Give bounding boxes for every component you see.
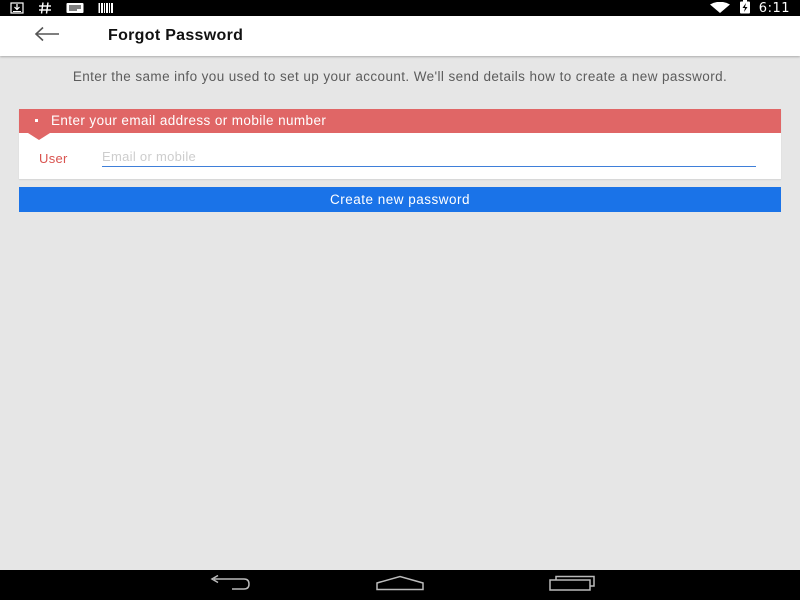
barcode-icon [98,0,114,18]
status-right-icons: 6:11 [709,0,790,16]
navigation-bar [0,570,800,600]
page-title: Forgot Password [108,27,244,44]
status-time: 6:11 [758,0,790,16]
nav-home-button[interactable] [375,575,425,595]
user-field-label: User [39,151,68,166]
nav-recents-icon [548,575,596,595]
error-pointer [28,133,50,140]
status-bar: 6:11 [0,0,800,16]
hash-icon [38,0,52,18]
nav-back-icon [206,574,252,595]
email-or-mobile-input[interactable] [102,147,756,167]
download-icon [10,0,24,18]
nav-back-button[interactable] [204,574,254,595]
arrow-left-icon [33,26,61,46]
instructions-text: Enter the same info you used to set up y… [72,69,728,84]
status-left-icons [10,0,114,16]
battery-charging-icon [739,0,751,18]
nav-home-icon [375,575,425,595]
back-button[interactable] [30,22,64,50]
message-icon [66,0,84,18]
error-banner: Enter your email address or mobile numbe… [19,109,781,133]
error-message: Enter your email address or mobile numbe… [51,113,327,128]
create-new-password-button[interactable]: Create new password [19,187,781,212]
nav-recents-button[interactable] [547,575,597,595]
wifi-icon [709,0,731,18]
app-bar: Forgot Password [0,16,800,56]
form-card: Enter your email address or mobile numbe… [19,109,781,179]
error-bullet [35,119,38,122]
